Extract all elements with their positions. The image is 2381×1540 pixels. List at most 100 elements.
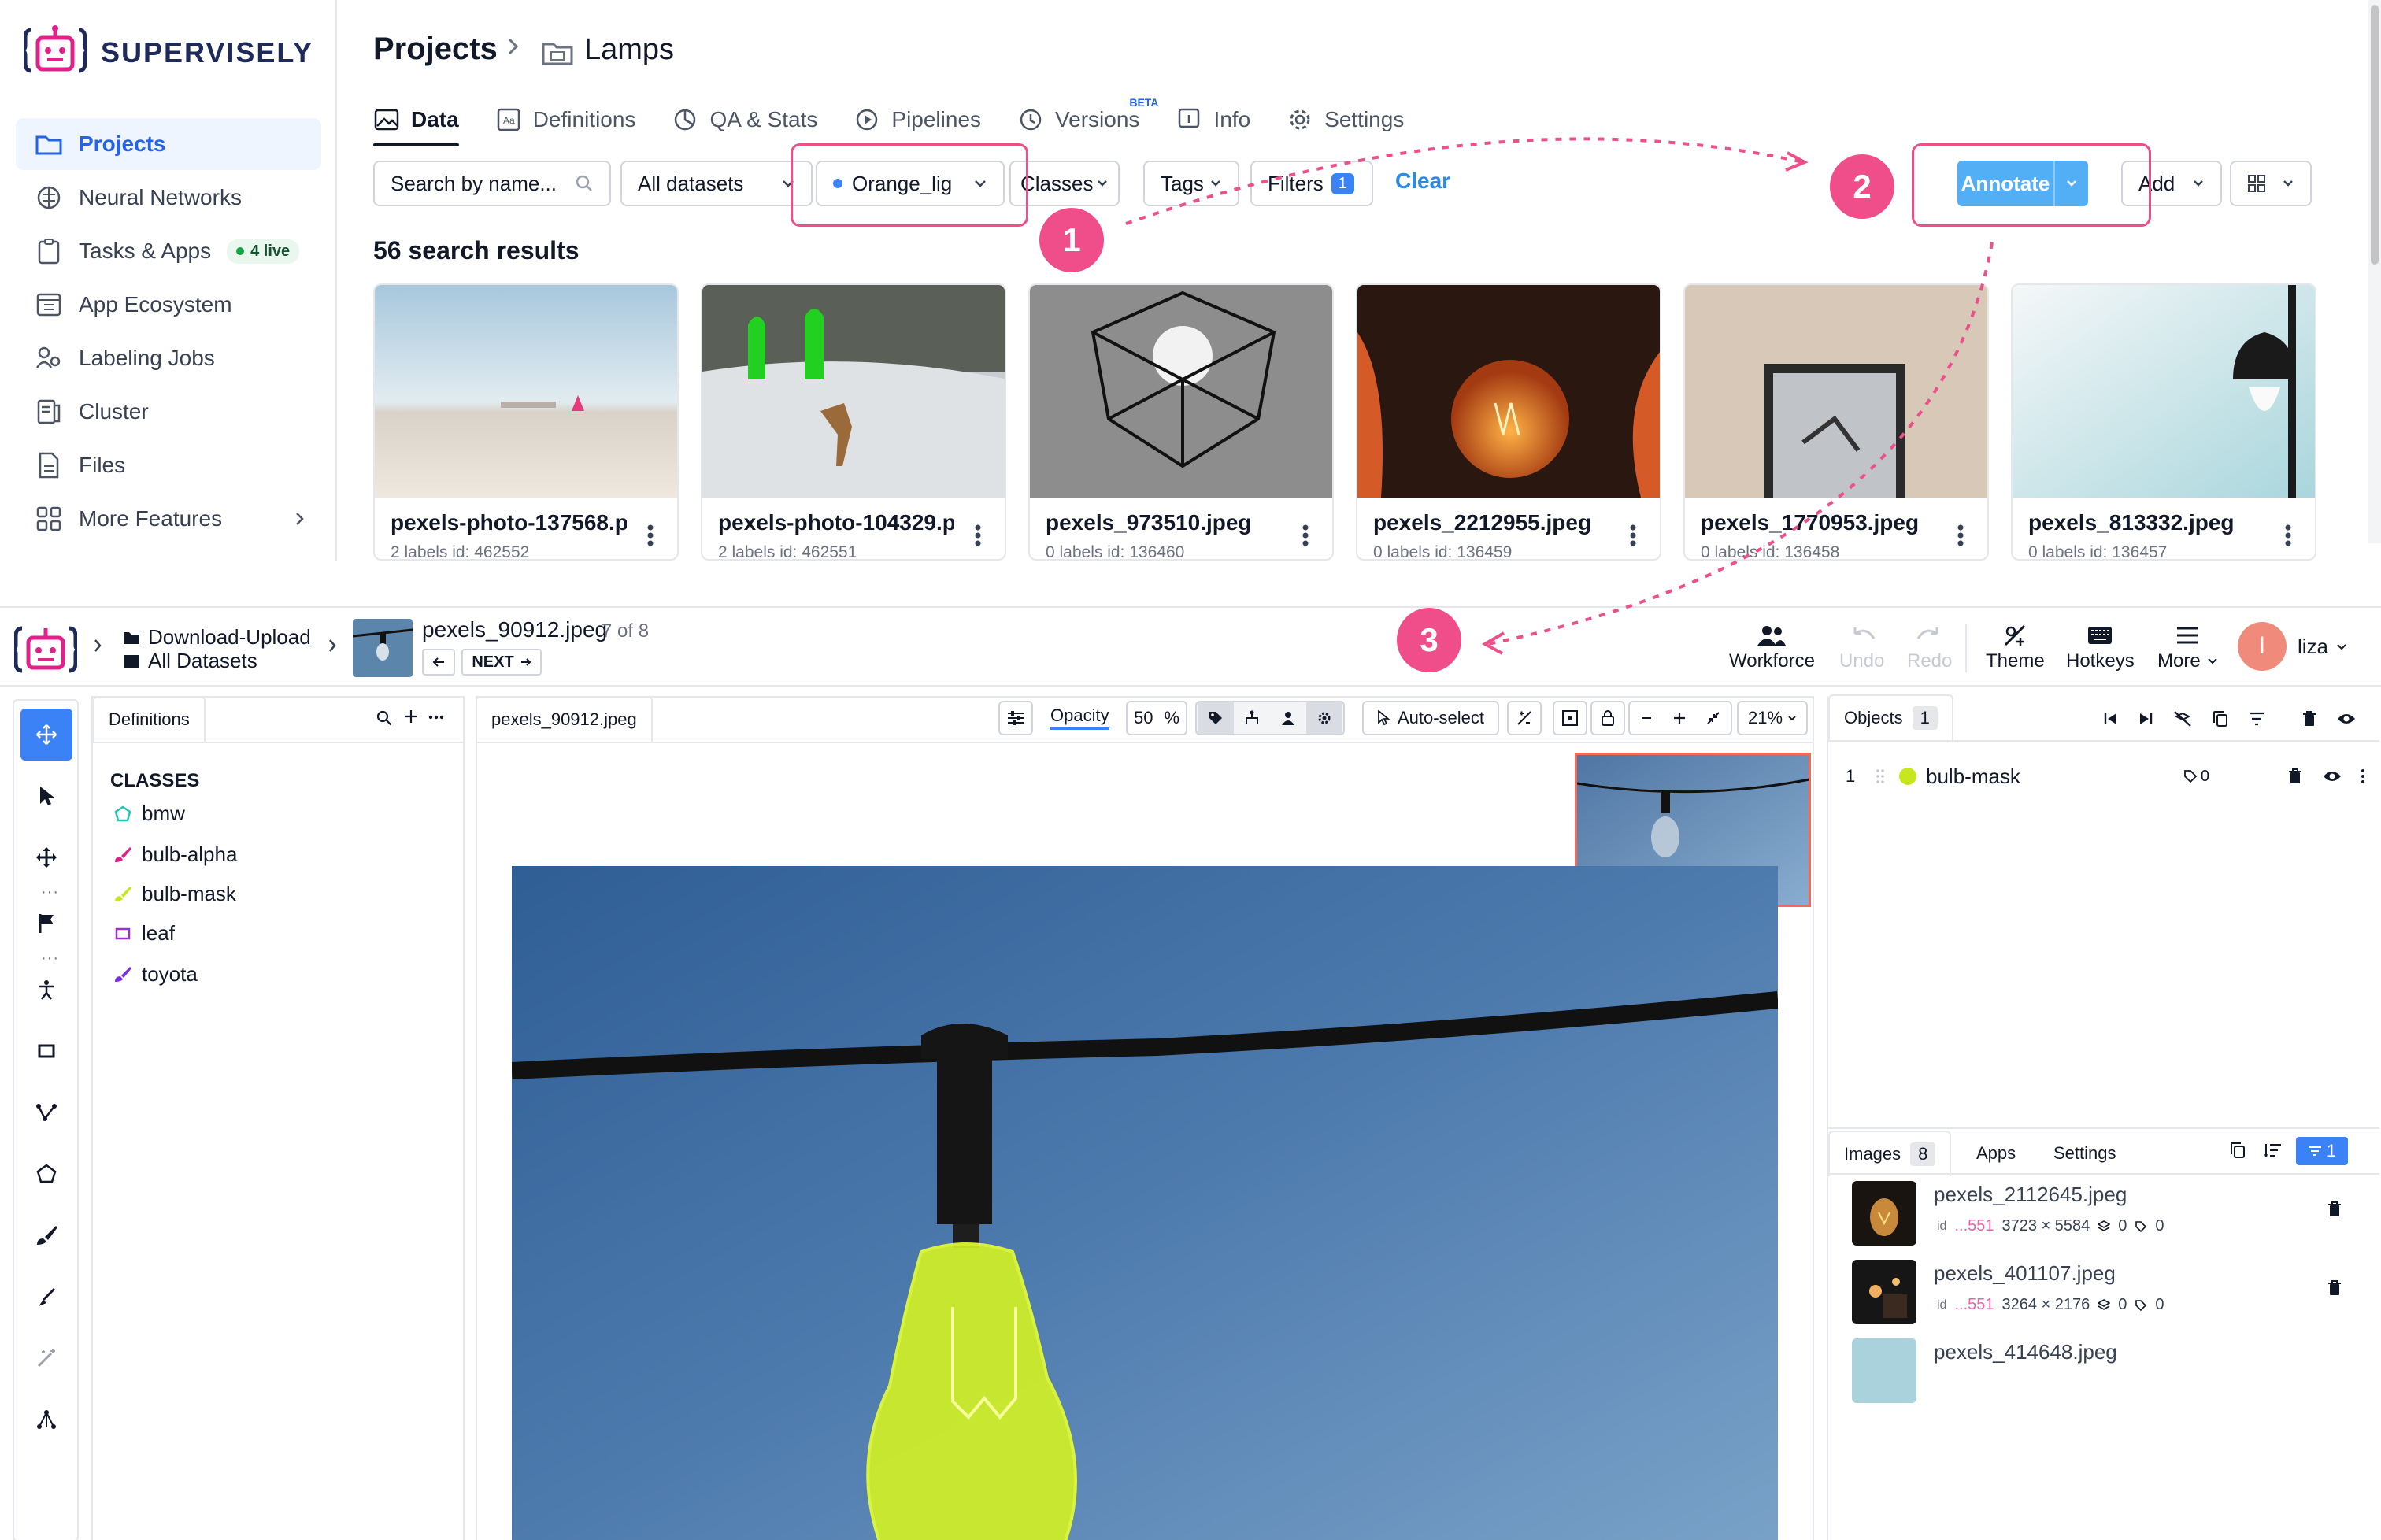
graph-tool-button[interactable] <box>20 1394 72 1446</box>
tab-info[interactable]: Info <box>1176 104 1250 135</box>
eye-icon[interactable] <box>2337 713 2356 725</box>
image-card[interactable]: pexels-photo-104329.p 2 labels id: 46255… <box>701 283 1006 561</box>
tab-objects[interactable]: Objects 1 <box>1828 694 1953 740</box>
dataset-link[interactable]: All Datasets <box>123 649 257 673</box>
search-icon[interactable] <box>376 710 392 726</box>
more-vertical-icon[interactable] <box>975 524 981 546</box>
image-card[interactable]: pexels_813332.jpeg 0 labels id: 136457 <box>2011 283 2316 561</box>
class-item-bmw[interactable]: bmw <box>113 801 185 826</box>
zoom-out-icon[interactable] <box>1641 716 1652 720</box>
annotation-image[interactable] <box>512 866 1778 1540</box>
sidebar-item-tasks-apps[interactable]: Tasks & Apps 4 live <box>16 225 321 277</box>
hotkeys-button[interactable]: Hotkeys <box>2066 620 2135 672</box>
rectangle-tool-button[interactable] <box>20 1025 72 1077</box>
supervisely-logo-icon[interactable] <box>24 22 87 79</box>
more-vertical-icon[interactable] <box>1957 524 1964 546</box>
sidebar-item-app-ecosystem[interactable]: App Ecosystem <box>16 279 321 331</box>
copy-icon[interactable] <box>2230 1142 2246 1159</box>
image-card[interactable]: pexels_1770953.jpeg 0 labels id: 136458 <box>1683 283 1989 561</box>
trash-icon[interactable] <box>2302 711 2316 727</box>
image-list-item[interactable]: pexels_2112645.jpeg id ...551 3723 × 5584 0… <box>1852 1178 2364 1249</box>
hierarchy-icon[interactable] <box>1234 702 1270 734</box>
trash-icon[interactable] <box>2327 1280 2342 1296</box>
class-item-leaf[interactable]: leaf <box>113 921 175 946</box>
user-icon[interactable] <box>1270 702 1306 734</box>
datasets-select[interactable]: All datasets <box>620 161 813 206</box>
image-list-item[interactable]: pexels_414648.jpeg <box>1852 1335 2364 1406</box>
auto-select-button[interactable]: Auto-select <box>1362 701 1499 735</box>
images-filter-button[interactable]: 1 <box>2296 1137 2348 1165</box>
skeleton-tool-button[interactable] <box>20 964 72 1016</box>
page-scrollbar[interactable] <box>2368 0 2381 543</box>
sidebar-item-neural-networks[interactable]: Neural Networks <box>16 172 321 224</box>
copy-icon[interactable] <box>2213 710 2228 727</box>
shrink-icon[interactable] <box>1707 712 1720 724</box>
select-tool-button[interactable] <box>20 770 72 822</box>
tab-pipelines[interactable]: Pipelines <box>854 104 981 135</box>
breadcrumb-projects[interactable]: Projects <box>373 31 498 67</box>
drag-handle-icon[interactable] <box>1876 768 1899 784</box>
tab-qa-stats[interactable]: QA & Stats <box>672 104 817 135</box>
sidebar-item-labeling-jobs[interactable]: Labeling Jobs <box>16 332 321 384</box>
class-item-toyota[interactable]: toyota <box>113 962 198 987</box>
sidebar-item-more-features[interactable]: More Features <box>16 493 321 545</box>
zoom-select[interactable]: 21% <box>1737 701 1808 735</box>
object-row[interactable]: 1 bulb-mask 0 <box>1846 759 2365 794</box>
next-image-button[interactable]: NEXT <box>461 649 542 676</box>
polyline-tool-button[interactable] <box>20 1087 72 1138</box>
sidebar-item-projects[interactable]: Projects <box>16 118 321 170</box>
brush-tool-button[interactable] <box>20 1209 72 1261</box>
lock-button[interactable] <box>1590 701 1625 735</box>
eye-icon[interactable] <box>2323 770 2342 783</box>
sidebar-item-files[interactable]: Files <box>16 439 321 491</box>
tab-definitions[interactable]: Definitions <box>93 696 206 742</box>
canvas-image-tab[interactable]: pexels_90912.jpeg <box>477 698 653 742</box>
pan-tool-button[interactable] <box>20 709 72 761</box>
polygon-tool-button[interactable] <box>20 1148 72 1200</box>
workforce-button[interactable]: Workforce <box>1729 620 1815 672</box>
prev-image-button[interactable] <box>422 649 455 676</box>
supervisely-logo-icon[interactable] <box>14 624 77 676</box>
settings-icon[interactable] <box>1306 702 1342 734</box>
class-item-bulb-alpha[interactable]: bulb-alpha <box>113 842 237 867</box>
auto-adjust-button[interactable] <box>1507 701 1542 735</box>
move-object-tool-button[interactable] <box>20 831 72 883</box>
point-tool-button[interactable] <box>20 898 72 950</box>
view-mode-button[interactable] <box>2230 161 2312 206</box>
theme-button[interactable]: Theme <box>1986 620 2045 672</box>
more-horizontal-icon[interactable] <box>428 715 444 720</box>
fit-button[interactable] <box>1553 701 1587 735</box>
avatar[interactable]: l <box>2238 622 2287 671</box>
trash-icon[interactable] <box>2288 768 2302 784</box>
redo-button[interactable]: Redo <box>1907 620 1952 672</box>
eraser-tool-button[interactable] <box>20 1271 72 1323</box>
tab-images[interactable]: Images 8 <box>1828 1131 1952 1176</box>
add-class-icon[interactable] <box>403 709 419 724</box>
user-menu[interactable]: liza <box>2298 635 2347 659</box>
tag-icon[interactable] <box>1198 702 1234 734</box>
more-button[interactable]: More <box>2157 620 2218 672</box>
adjust-button[interactable] <box>998 701 1033 735</box>
tab-apps[interactable]: Apps <box>1976 1143 2016 1164</box>
sort-icon[interactable] <box>2264 1143 2282 1157</box>
tab-versions[interactable]: Versions BETA <box>1017 96 1158 135</box>
tab-data[interactable]: Data <box>373 104 459 146</box>
image-card[interactable]: pexels_973510.jpeg 0 labels id: 136460 <box>1028 283 1334 561</box>
skip-back-icon[interactable] <box>2104 713 2118 725</box>
more-vertical-icon[interactable] <box>1302 524 1309 546</box>
search-input[interactable]: Search by name... <box>373 161 611 206</box>
project-link[interactable]: Download-Upload <box>123 625 311 650</box>
filter-icon[interactable] <box>2249 712 2264 726</box>
sidebar-item-cluster[interactable]: Cluster <box>16 386 321 438</box>
hide-selection-icon[interactable] <box>2173 710 2192 727</box>
image-card[interactable]: pexels-photo-137568.p 2 labels id: 46255… <box>373 283 679 561</box>
tags-select[interactable]: Tags <box>1143 161 1239 206</box>
more-vertical-icon[interactable] <box>647 524 654 546</box>
filters-button[interactable]: Filters 1 <box>1250 161 1373 206</box>
image-list-item[interactable]: pexels_401107.jpeg id ...551 3264 × 2176 0 0 <box>1852 1257 2364 1327</box>
more-vertical-icon[interactable] <box>1630 524 1636 546</box>
object-tags[interactable]: 0 <box>2183 768 2209 786</box>
tab-settings[interactable]: Settings <box>1287 104 1404 135</box>
more-vertical-icon[interactable] <box>2361 768 2365 784</box>
skip-forward-icon[interactable] <box>2138 713 2153 725</box>
